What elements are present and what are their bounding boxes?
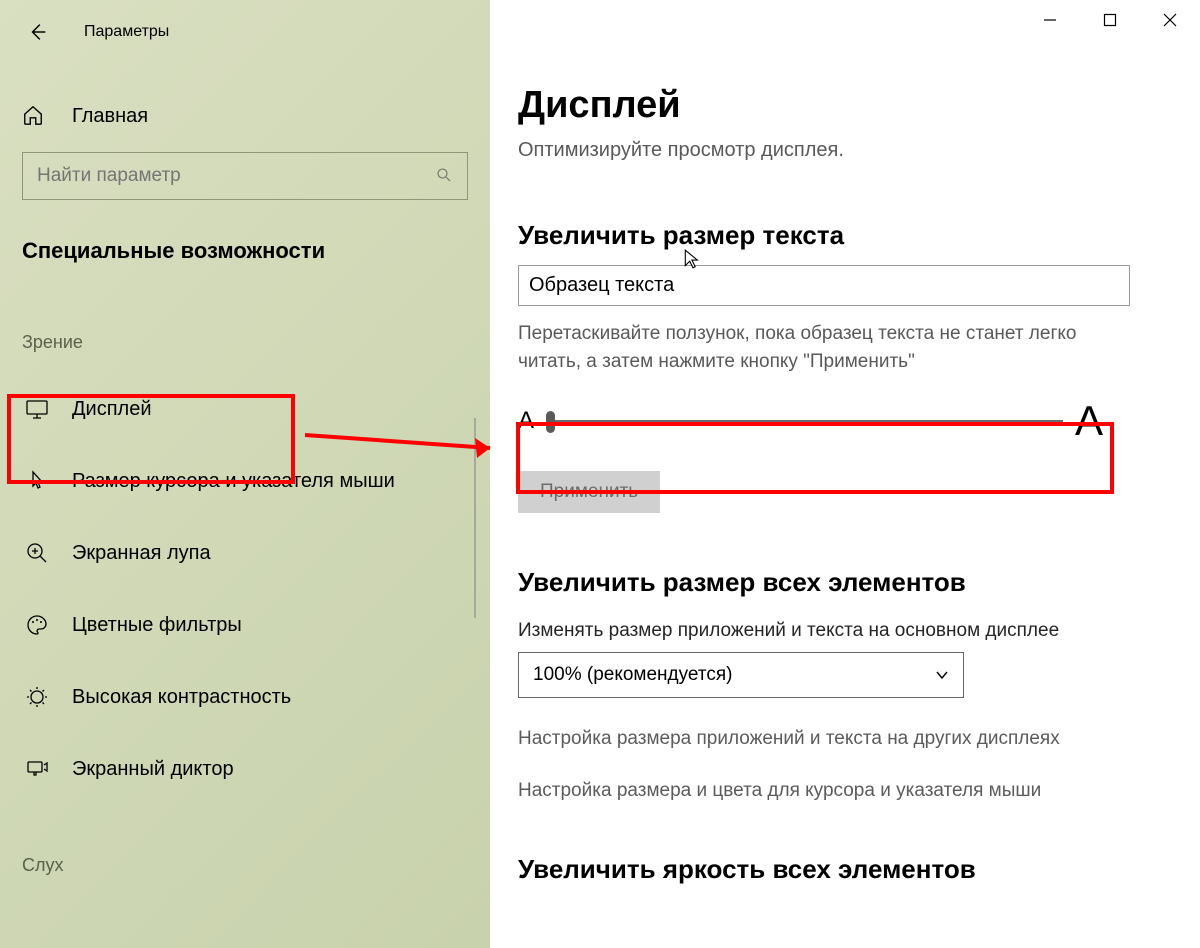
section-brightness: Увеличить яркость всех элементов <box>518 854 1164 885</box>
magnifier-plus-icon <box>24 540 50 566</box>
minimize-icon <box>1043 13 1057 27</box>
sidebar-item-narrator[interactable]: Экранный диктор <box>0 733 490 805</box>
scale-description: Изменять размер приложений и текста на о… <box>518 620 1164 642</box>
scroll-indicator[interactable] <box>474 418 476 618</box>
scale-combobox[interactable]: 100% (рекомендуется) <box>518 652 964 698</box>
search-input[interactable] <box>35 164 435 188</box>
section-text-size: Увеличить размер текста <box>518 220 1164 251</box>
sample-text-box: Образец текста <box>518 265 1130 306</box>
sidebar-category-vision: Зрение <box>22 332 490 353</box>
search-icon <box>435 166 455 186</box>
sidebar-item-magnifier[interactable]: Экранная лупа <box>0 517 490 589</box>
sidebar-category-hearing: Слух <box>22 855 490 876</box>
sidebar-home[interactable]: Главная <box>22 104 490 128</box>
sidebar-item-label: Цветные фильтры <box>72 614 242 637</box>
narrator-icon <box>24 756 50 782</box>
minimize-button[interactable] <box>1020 0 1080 40</box>
sidebar-item-label: Экранный диктор <box>72 758 234 781</box>
arrow-left-icon <box>27 21 49 43</box>
contrast-icon <box>24 684 50 710</box>
sidebar-item-label: Высокая контрастность <box>72 686 291 709</box>
maximize-icon <box>1103 13 1117 27</box>
chevron-down-icon <box>935 668 949 682</box>
page-subtitle: Оптимизируйте просмотр дисплея. <box>518 139 1164 162</box>
home-icon <box>22 104 46 128</box>
section-scale: Увеличить размер всех элементов <box>518 567 1164 598</box>
sidebar-item-label: Экранная лупа <box>72 542 211 565</box>
annotation-highlight-sidebar <box>7 394 295 484</box>
sidebar-section-title: Специальные возможности <box>22 238 490 264</box>
window-controls <box>1020 0 1200 40</box>
back-button[interactable] <box>24 18 52 46</box>
palette-icon <box>24 612 50 638</box>
page-title: Дисплей <box>518 84 1164 127</box>
sidebar-item-high-contrast[interactable]: Высокая контрастность <box>0 661 490 733</box>
sidebar-home-label: Главная <box>72 105 148 128</box>
link-cursor-settings[interactable]: Настройка размера и цвета для курсора и … <box>518 780 1164 802</box>
close-button[interactable] <box>1140 0 1200 40</box>
annotation-highlight-slider <box>516 422 1114 494</box>
titlebar: Параметры <box>0 12 490 52</box>
link-other-displays[interactable]: Настройка размера приложений и текста на… <box>518 728 1164 750</box>
maximize-button[interactable] <box>1080 0 1140 40</box>
close-icon <box>1163 13 1177 27</box>
app-title: Параметры <box>84 23 169 41</box>
slider-instructions: Перетаскивайте ползунок, пока образец те… <box>518 320 1118 375</box>
sidebar-item-color-filters[interactable]: Цветные фильтры <box>0 589 490 661</box>
search-box[interactable] <box>22 152 468 200</box>
scale-value: 100% (рекомендуется) <box>533 664 732 686</box>
